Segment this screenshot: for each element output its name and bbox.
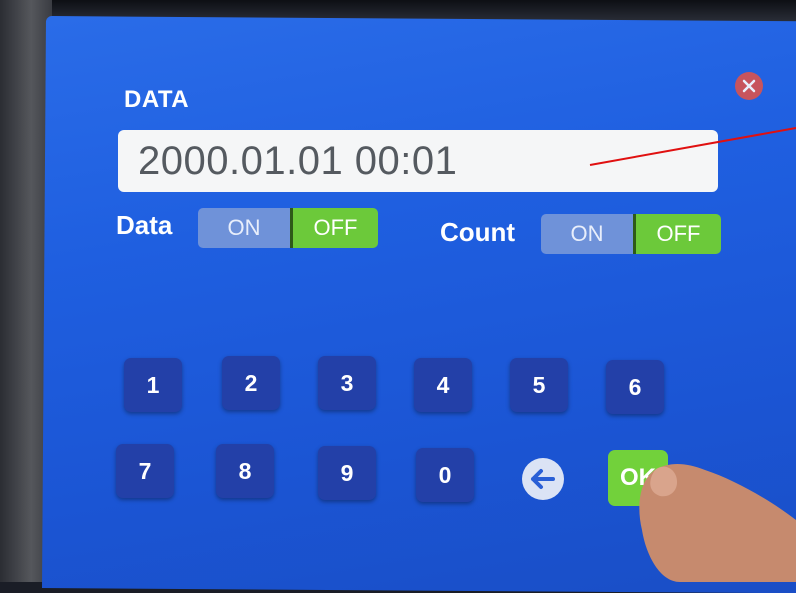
ok-button[interactable]: OK (608, 450, 668, 506)
count-toggle-on[interactable]: ON (541, 214, 633, 254)
datetime-value: 2000.01.01 00:01 (138, 138, 458, 183)
close-icon (742, 79, 756, 93)
data-toggle-label: Data (116, 210, 173, 240)
key-3[interactable]: 3 (318, 356, 376, 410)
backspace-button[interactable] (522, 458, 564, 500)
key-8[interactable]: 8 (216, 444, 274, 498)
key-1[interactable]: 1 (124, 358, 182, 412)
data-toggle-off[interactable]: OFF (290, 208, 378, 248)
datetime-input[interactable]: 2000.01.01 00:01 (118, 130, 718, 192)
back-arrow-icon (531, 469, 555, 489)
data-toggle-on[interactable]: ON (198, 208, 290, 248)
key-0[interactable]: 0 (416, 448, 474, 502)
key-5[interactable]: 5 (510, 358, 568, 412)
data-toggle[interactable]: ON OFF (198, 208, 378, 248)
dialog-title: DATA (124, 86, 190, 113)
count-toggle[interactable]: ON OFF (541, 214, 721, 254)
key-2[interactable]: 2 (222, 356, 280, 410)
ok-label: OK (620, 464, 656, 491)
key-4[interactable]: 4 (414, 358, 472, 412)
key-9[interactable]: 9 (318, 446, 376, 500)
count-toggle-label: Count (440, 217, 516, 247)
key-7[interactable]: 7 (116, 444, 174, 498)
count-toggle-off[interactable]: OFF (633, 214, 721, 254)
key-6[interactable]: 6 (606, 360, 664, 414)
close-button[interactable] (735, 72, 763, 100)
